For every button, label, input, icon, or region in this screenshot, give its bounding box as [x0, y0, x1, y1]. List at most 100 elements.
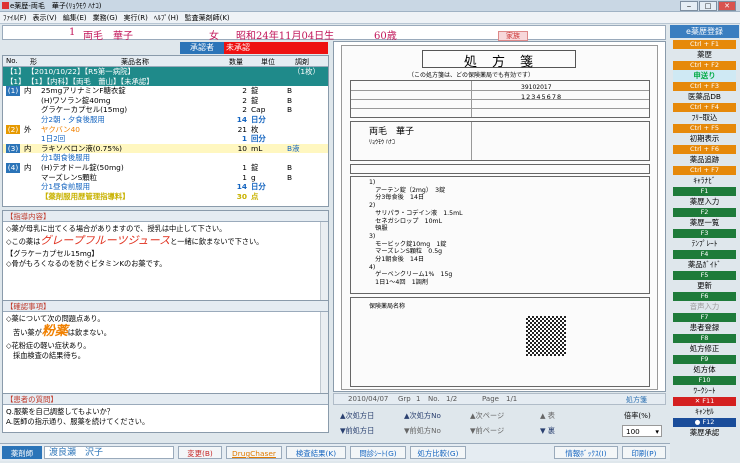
confirm-title: 【確認事項】 — [3, 301, 328, 312]
family-button[interactable]: 家族 — [498, 31, 528, 41]
table-header: No. 形 薬品名称 数量 単位 調剤 — [3, 56, 328, 67]
rx-footer: 保険薬局名称 — [350, 297, 650, 387]
next-rx-day-button[interactable]: ▲次処方日 — [340, 410, 374, 422]
rx-rule — [351, 90, 649, 91]
row-no: (4) — [6, 162, 20, 173]
rx-pharmacy: 保険薬局名称 — [369, 303, 406, 310]
back-button[interactable]: ▼ 裏 — [540, 425, 555, 437]
answer-line: A.医師の指示通り、服薬を続けてください。 — [6, 417, 150, 426]
table-row[interactable]: 【薬剤服用歴管理指導料】 30 点 — [3, 192, 328, 202]
row-drug-name: ラキソベロン液(0.75%) — [41, 143, 122, 153]
print-button[interactable]: 印刷(P) — [622, 446, 666, 459]
function-button[interactable]: 薬品追跡 — [673, 154, 736, 166]
function-button[interactable]: 初期表示 — [673, 133, 736, 145]
next-page-button[interactable]: ▲次ページ — [470, 410, 504, 422]
table-row[interactable]: 1日2回 1 回分 — [3, 134, 328, 144]
function-key-badge: F4 — [673, 250, 736, 259]
menu-bar: ﾌｧｲﾙ(F) 表示(V) 編集(E) 業務(G) 実行(R) ﾍﾙﾌﾟ(H) 監査薬剤師(… — [0, 12, 740, 24]
function-button[interactable]: ﾌﾘｰ取込 — [673, 112, 736, 124]
prev-rx-no-button[interactable]: ▼前処方No — [404, 425, 441, 437]
function-button[interactable]: 薬歴一覧 — [673, 217, 736, 229]
table-row[interactable]: 【1】 【2010/10/22】【R5第一病院】 （1枚） — [3, 67, 328, 77]
question-panel: 【患者の質問】 Q.服薬を自己調整してもよいか？ A.医師の指示通り、服薬を続け… — [2, 393, 329, 433]
table-row[interactable]: (H)ワソラン錠40mg 2 錠 B — [3, 96, 328, 106]
change-button[interactable]: 変更(B) — [178, 446, 222, 459]
rx-compare-button[interactable]: 処方比較(G) — [410, 446, 466, 459]
row-qty: 1 — [242, 172, 247, 182]
row-adj: B — [287, 105, 293, 115]
row-unit: 錠 — [251, 95, 259, 105]
prev-page-button[interactable]: ▼前ページ — [470, 425, 504, 437]
function-button[interactable]: 更新 — [673, 280, 736, 292]
rx-line: 分3毎食後 14日 — [369, 194, 425, 202]
row-qty: 21 — [237, 124, 247, 134]
menu-auditor[interactable]: 監査薬剤師(K) — [182, 12, 233, 24]
grp-label: Grp — [398, 395, 411, 403]
table-row[interactable]: マーズレンS顆粒 1 g B — [3, 173, 328, 183]
row-adj: B — [287, 172, 293, 182]
function-button[interactable]: 患者登録 — [673, 322, 736, 334]
questionnaire-button[interactable]: 問診ｼｰﾄ(G) — [350, 446, 406, 459]
front-button[interactable]: ▲ 表 — [540, 410, 555, 422]
rx-insurance-box: 39102017 12345678 — [350, 80, 650, 118]
function-key-badge: Ctrl + F7 — [673, 166, 736, 175]
menu-work[interactable]: 業務(G) — [90, 12, 121, 24]
table-row[interactable]: (3) 内ラキソベロン液(0.75%) 10 mL B液 — [3, 143, 328, 154]
confirm-line: ◇花粉症の軽い症状あり。 — [6, 341, 91, 350]
table-row[interactable]: (4) 内 (H)テオドール錠(50mg) 1 錠 B — [3, 162, 328, 173]
function-button[interactable]: 申送り — [673, 70, 736, 82]
instruction-text: ◇この薬は — [6, 237, 41, 246]
drugchaser-button[interactable]: DrugChaser — [226, 446, 282, 459]
highlight-text: グレープフルーツジュース — [40, 234, 171, 247]
test-results-button[interactable]: 検査結果(K) — [286, 446, 346, 459]
pharmacist-name[interactable]: 渡良瀬 沢子 — [44, 446, 174, 459]
menu-view[interactable]: 表示(V) — [30, 12, 60, 24]
function-button[interactable]: 薬品ｶﾞｲﾄﾞ — [673, 259, 736, 271]
row-drug-name: 25mgアリナミンF糖衣錠 — [41, 86, 126, 96]
rx-line: 分1朝食後 14日 — [369, 256, 425, 264]
patient-bar: 1 両毛 華子 女 昭和24年11月04日生 60歳 — [2, 25, 666, 42]
table-row[interactable]: (2) 外ヤクバン40 21 枚 — [3, 124, 328, 135]
next-rx-no-button[interactable]: ▲次処方No — [404, 410, 441, 422]
row-kind: 内 — [24, 162, 32, 172]
table-row[interactable]: 【1】 【1】【内科】【両毛 蕾山】【未承認】 — [3, 76, 328, 87]
function-button[interactable]: 薬歴 — [673, 49, 736, 61]
function-button[interactable]: 処方修正 — [673, 343, 736, 355]
function-button[interactable]: 医薬品DB — [673, 91, 736, 103]
rx-rule — [471, 81, 472, 117]
menu-help[interactable]: ﾍﾙﾌﾟ(H) — [151, 12, 182, 24]
menu-file[interactable]: ﾌｧｲﾙ(F) — [0, 12, 30, 24]
function-button[interactable]: 薬歴承認 — [673, 427, 736, 439]
col-qty: 数量 — [229, 58, 243, 66]
close-button[interactable]: ✕ — [718, 1, 736, 11]
instruction-line: ◇この薬はグレープフルーツジュースと一緒に飲まないで下さい。 — [3, 234, 328, 249]
rx-subtitle: （この処方箋は、どの保険薬局でも有効です） — [408, 72, 535, 79]
function-button[interactable]: ﾃﾝﾌﾟﾚｰﾄ — [673, 238, 736, 250]
menu-run[interactable]: 実行(R) — [121, 12, 151, 24]
function-key-badge: Ctrl + F4 — [673, 103, 736, 112]
confirm-line: ◇薬について次の問題点あり。 — [6, 314, 105, 323]
table-row[interactable]: (1) 内 25mgアリナミンF糖衣錠 2 錠 B — [3, 86, 328, 96]
maximize-button[interactable]: □ — [699, 1, 717, 11]
function-button[interactable]: ｷｬﾝｾﾙ — [673, 406, 736, 418]
prescription-viewer: 処 方 箋 （この処方箋は、どの保険薬局でも有効です） 39102017 123… — [333, 41, 666, 392]
prev-rx-day-button[interactable]: ▼前処方日 — [340, 425, 374, 437]
function-button[interactable]: 処方体 — [673, 364, 736, 376]
info-box-button[interactable]: 情報ﾎﾞｯｸｽ(I) — [554, 446, 618, 459]
scrollbar[interactable] — [320, 222, 328, 303]
table-row[interactable]: 分2朝・夕食後服用 14 日分 — [3, 115, 328, 125]
table-row[interactable]: グラケーカプセル(15mg) 2 Cap B — [3, 105, 328, 115]
table-row[interactable]: 分1朝食後服用 — [3, 153, 328, 163]
instruction-line: 【グラケーカプセル15mg】 — [6, 249, 99, 258]
table-row[interactable]: 分1昼食前服用 14 日分 — [3, 182, 328, 192]
title-bar: e薬歴-両毛 華子(ﾘｮｳﾓｳ ﾊﾅｺ) ‒ □ ✕ — [0, 0, 740, 12]
minimize-button[interactable]: ‒ — [680, 1, 698, 11]
function-button[interactable]: ﾜｰｸｼｰﾄ — [673, 385, 736, 397]
function-button[interactable]: 音声入力 — [673, 301, 736, 313]
zoom-select[interactable]: 100 ▾ — [622, 425, 662, 437]
scrollbar[interactable] — [320, 312, 328, 394]
menu-edit[interactable]: 編集(E) — [60, 12, 90, 24]
function-key-badge: F3 — [673, 229, 736, 238]
function-button[interactable]: ｷｬﾗﾅﾋﾞ — [673, 175, 736, 187]
function-button[interactable]: 薬歴入力 — [673, 196, 736, 208]
